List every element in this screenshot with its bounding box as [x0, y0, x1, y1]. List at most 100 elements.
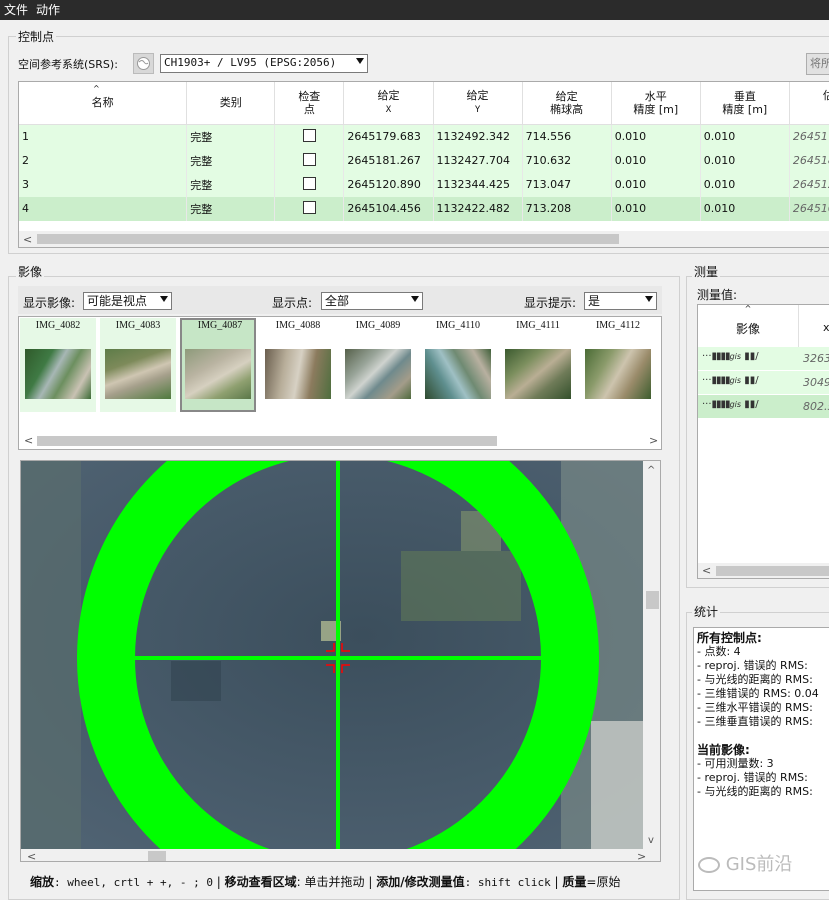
menu-file[interactable]: 文件: [0, 0, 32, 19]
measurement-image-name: ···▮▮▮▮gis ▮▮/: [702, 351, 759, 362]
measurements-horizontal-scrollbar[interactable]: <: [698, 563, 829, 578]
thumbnail-img-4112[interactable]: IMG_4112: [580, 318, 656, 412]
measurements-scrollbar-thumb[interactable]: [716, 566, 829, 576]
menu-action[interactable]: 动作: [32, 0, 64, 19]
table-row[interactable]: 2 完整 2645181.267 1132427.704 710.632 0.010 0…: [19, 148, 829, 173]
measurement-row-selected[interactable]: ···▮▮▮▮gis ▮▮/ 802.5: [698, 395, 829, 418]
check-point-checkbox[interactable]: [302, 200, 316, 214]
set-all-button-label: 将所: [810, 57, 829, 70]
svg-text:>: >: [637, 850, 646, 862]
wechat-logo-icon: [698, 857, 720, 873]
zoomed-photo-canvas[interactable]: ^ v < >: [21, 461, 661, 862]
stat-line: - 三维水平错误的 RMS:: [697, 701, 813, 714]
stat-line: - 与光线的距离的 RMS:: [697, 785, 813, 798]
column-header-image[interactable]: ^ 影像: [698, 305, 799, 348]
quality-hint-keys: =原始: [586, 875, 621, 889]
measurement-row[interactable]: ···▮▮▮▮gis ▮▮/ 3263: [698, 347, 829, 370]
column-header-y[interactable]: 给定 Y: [433, 82, 523, 125]
column-header-name[interactable]: ^ 名称: [19, 82, 188, 125]
stat-line: - 三维垂直错误的 RMS:: [697, 715, 813, 728]
stat-line: - 与光线的距离的 RMS:: [697, 673, 813, 686]
show-points-select-value: 全部: [325, 294, 350, 308]
stat-line: - reproj. 错误的 RMS:: [697, 659, 808, 672]
measurement-image-name: ···▮▮▮▮gis ▮▮/: [702, 399, 759, 410]
control-points-table-frame: ^ 名称 类别 检查点 给定 X 给定 Y 给定 椭球高 水平 精度 [m] 垂直 精度 […: [18, 81, 829, 248]
chevron-down-icon: [356, 58, 364, 64]
scroll-left-arrow-icon[interactable]: <: [702, 564, 711, 577]
show-hints-select-value: 是: [588, 294, 601, 308]
thumbnail-img-4082[interactable]: IMG_4082: [20, 318, 96, 412]
thumbnail-photo: [105, 349, 171, 399]
measurement-x-value: 3049: [803, 376, 829, 389]
svg-text:^: ^: [647, 465, 655, 476]
stat-line: - 三维错误的 RMS: 0.04: [697, 687, 819, 700]
srs-label: 空间参考系统(SRS):: [18, 58, 118, 71]
scroll-left-arrow-icon[interactable]: <: [23, 233, 32, 246]
scroll-right-arrow-icon[interactable]: >: [649, 434, 658, 447]
images-title: 影像: [16, 263, 45, 280]
table-row[interactable]: 1 完整 2645179.683 1132492.342 714.556 0.010 0…: [19, 124, 829, 149]
show-points-label: 显示点:: [272, 296, 313, 310]
chevron-down-icon: [645, 296, 653, 302]
quality-hint-label: 质量: [562, 875, 587, 889]
set-all-button[interactable]: 将所: [806, 53, 829, 75]
stat-line: - 点数: 4: [697, 645, 741, 658]
thumbnail-photo: [185, 349, 251, 399]
measurement-row[interactable]: ···▮▮▮▮gis ▮▮/ 3049: [698, 371, 829, 394]
srs-globe-button[interactable]: [133, 53, 154, 74]
control-points-title: 控制点: [16, 28, 57, 45]
show-points-select[interactable]: 全部: [321, 292, 423, 310]
srs-select[interactable]: CH1903+ / LV95 (EPSG:2056): [160, 54, 368, 73]
current-image-header: 当前影像:: [697, 743, 750, 757]
pan-hint-keys: : 单击并拖动: [296, 875, 365, 889]
control-points-table: ^ 名称 类别 检查点 给定 X 给定 Y 给定 椭球高 水平 精度 [m] 垂直 精度 […: [19, 82, 829, 221]
thumbnail-img-4111[interactable]: IMG_4111: [500, 318, 576, 412]
thumbnail-photo: [585, 349, 651, 399]
show-images-select[interactable]: 可能是视点: [83, 292, 172, 310]
column-header-v-accuracy[interactable]: 垂直 精度 [m]: [700, 82, 790, 125]
stat-line: - 可用测量数: 3: [697, 757, 774, 770]
thumbnail-img-4087[interactable]: IMG_4087: [180, 318, 256, 412]
statistics-title: 统计: [692, 603, 721, 620]
stat-line: - reproj. 错误的 RMS:: [697, 771, 808, 784]
measurements-table-frame: ^ 影像 x ···▮▮▮▮gis ▮▮/ 3263 ···▮▮▮▮gis ▮▮/…: [697, 304, 829, 579]
column-header-category[interactable]: 类别: [186, 82, 276, 125]
image-viewer[interactable]: ^ v < >: [20, 460, 661, 862]
show-hints-select[interactable]: 是: [584, 292, 657, 310]
column-header-x[interactable]: x: [823, 321, 829, 334]
add-hint-label: 添加/修改测量值: [376, 875, 465, 889]
thumbnail-scrollbar-thumb[interactable]: [37, 436, 497, 446]
thumbnail-photo: [265, 349, 331, 399]
column-header-check[interactable]: 检查点: [274, 82, 345, 125]
thumbnail-photo: [345, 349, 411, 399]
column-header-h-accuracy[interactable]: 水平 精度 [m]: [611, 82, 701, 125]
svg-text:v: v: [648, 835, 654, 846]
thumbnail-img-4088[interactable]: IMG_4088: [260, 318, 336, 412]
column-header-est-x[interactable]: 估计X: [789, 82, 829, 125]
thumbnail-img-4083[interactable]: IMG_4083: [100, 318, 176, 412]
menu-bar: 文件 动作: [0, 0, 829, 20]
add-hint-keys: : shift click: [464, 876, 551, 889]
status-bar: 缩放: wheel, crtl + +, - ; 0 | 移动查看区域: 单击并…: [30, 875, 621, 889]
column-header-x[interactable]: 给定 X: [343, 82, 434, 125]
measurement-x-value: 802.5: [803, 400, 829, 413]
check-point-checkbox[interactable]: [302, 176, 316, 190]
check-point-checkbox[interactable]: [302, 152, 316, 166]
pan-hint-label: 移动查看区域: [224, 875, 297, 889]
table-row-selected[interactable]: 4 完整 2645104.456 1132422.482 713.208 0.010 0…: [19, 196, 829, 221]
column-header-height[interactable]: 给定 椭球高: [522, 82, 612, 125]
table-row[interactable]: 3 完整 2645120.890 1132344.425 713.047 0.010 0…: [19, 172, 829, 197]
globe-icon: [137, 57, 150, 70]
show-images-label: 显示影像:: [23, 296, 76, 310]
watermark-text: GIS前沿: [725, 854, 793, 875]
table-scrollbar-thumb[interactable]: [37, 234, 619, 244]
thumbnail-img-4089[interactable]: IMG_4089: [340, 318, 416, 412]
svg-text:<: <: [27, 850, 36, 862]
show-images-select-value: 可能是视点: [87, 294, 148, 308]
scroll-left-arrow-icon[interactable]: <: [24, 434, 33, 447]
thumbnail-horizontal-scrollbar[interactable]: < >: [19, 433, 661, 449]
thumbnail-img-4110[interactable]: IMG_4110: [420, 318, 496, 412]
table-horizontal-scrollbar[interactable]: <: [19, 231, 829, 247]
srs-select-value: CH1903+ / LV95 (EPSG:2056): [164, 56, 337, 69]
check-point-checkbox[interactable]: [302, 128, 316, 142]
